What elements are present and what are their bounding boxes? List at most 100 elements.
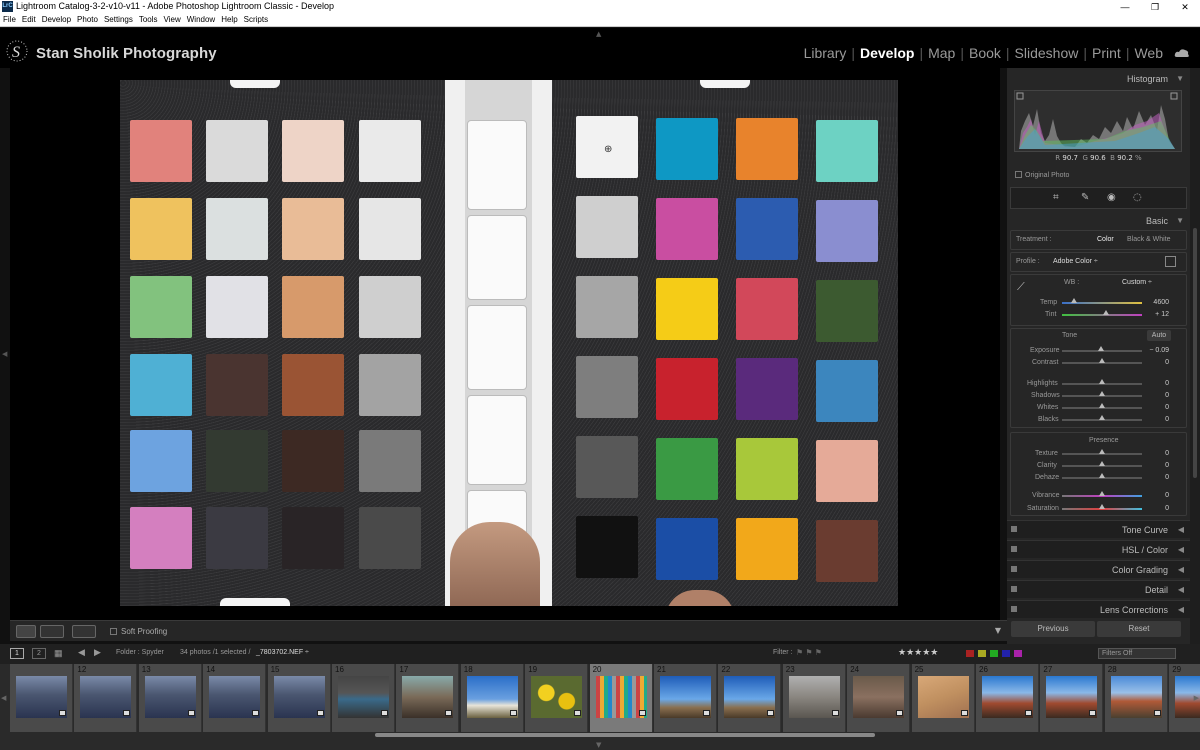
basic-header[interactable]: Basic ▼ [1007,212,1190,230]
module-web[interactable]: Web [1129,45,1168,61]
module-slideshow[interactable]: Slideshow [1010,45,1084,61]
menu-file[interactable]: File [0,14,19,24]
highlights-value[interactable]: 0 [1147,380,1169,387]
close-button[interactable]: ✕ [1170,0,1200,14]
module-library[interactable]: Library [799,45,852,61]
filmstrip-thumbnail[interactable]: 15 [267,664,331,732]
left-panel-collapsed[interactable]: ◀ [0,68,10,620]
wb-select[interactable]: Custom ÷ [1122,279,1152,286]
menu-window[interactable]: Window [184,14,218,24]
saturation-slider-knob[interactable] [1099,504,1105,509]
filmstrip-thumbnail[interactable]: 27 [1040,664,1104,732]
filmstrip-thumbnail[interactable] [10,664,73,732]
dehaze-slider-knob[interactable] [1099,473,1105,478]
tint-slider-knob[interactable] [1103,310,1109,315]
contrast-value[interactable]: 0 [1147,359,1169,366]
auto-button[interactable]: Auto [1147,330,1171,341]
menu-tools[interactable]: Tools [136,14,161,24]
tint-slider[interactable] [1062,314,1142,316]
loupe-view-button[interactable] [16,625,36,638]
filmstrip-thumbnail[interactable]: 23 [782,664,846,732]
menu-photo[interactable]: Photo [74,14,101,24]
texture-value[interactable]: 0 [1147,450,1169,457]
crop-tool-icon[interactable]: ⌗ [1053,192,1059,203]
profile-browser-icon[interactable] [1165,256,1176,267]
filename-select[interactable]: _7803702.NEF ÷ [256,649,309,656]
module-print[interactable]: Print [1087,45,1126,61]
red-eye-icon[interactable]: ◉ [1107,192,1116,203]
filmstrip-scroll-right-icon[interactable]: ▶ [1194,694,1199,702]
filmstrip-thumbnail[interactable]: 12 [74,664,138,732]
filmstrip-scrollbar[interactable] [375,733,875,737]
right-panel-scrollbar[interactable] [1190,68,1200,644]
filmstrip-thumbnail[interactable]: 26 [976,664,1039,732]
menu-help[interactable]: Help [218,14,240,24]
reset-button[interactable]: Reset [1097,621,1181,637]
maximize-button[interactable]: ❐ [1140,0,1170,14]
menu-develop[interactable]: Develop [39,14,74,24]
filmstrip-thumbnail[interactable]: 19 [525,664,589,732]
spot-removal-icon[interactable]: ✎ [1081,192,1089,203]
temp-slider-knob[interactable] [1071,298,1077,303]
shadows-slider-knob[interactable] [1099,391,1105,396]
green-label-filter[interactable] [990,650,998,657]
blacks-slider-knob[interactable] [1099,415,1105,420]
filmstrip-scroll-left-icon[interactable]: ◀ [1,694,6,702]
dehaze-value[interactable]: 0 [1147,474,1169,481]
cloud-icon[interactable] [1174,48,1190,58]
filmstrip-thumbnail[interactable]: 22 [718,664,782,732]
module-develop[interactable]: Develop [855,45,919,61]
blue-label-filter[interactable] [1002,650,1010,657]
left-panel-toggle-icon[interactable]: ◀ [2,350,7,358]
shadows-value[interactable]: 0 [1147,392,1169,399]
flag-filter-icons[interactable]: ⚑ ⚑ ⚑ [796,648,822,657]
yellow-label-filter[interactable] [978,650,986,657]
filmstrip-thumbnail[interactable]: 18 [460,664,524,732]
folder-source[interactable]: Folder : Spyder [116,649,164,656]
clarity-slider-knob[interactable] [1099,461,1105,466]
main-window-button[interactable]: 1 [10,648,24,659]
exposure-slider-knob[interactable] [1098,346,1104,351]
top-panel-toggle-icon[interactable]: ▲ [596,30,601,38]
identity-plate[interactable]: Stan Sholik Photography [36,45,217,62]
toolbar-menu-icon[interactable]: ▼ [995,626,1001,635]
highlights-slider-knob[interactable] [1099,379,1105,384]
filmstrip-thumbnail[interactable]: 24 [847,664,911,732]
before-after-swap-button[interactable] [72,625,96,638]
filmstrip-thumbnail[interactable]: 13 [138,664,202,732]
filmstrip-thumbnail[interactable]: 21 [654,664,717,732]
vibrance-value[interactable]: 0 [1147,492,1169,499]
minimize-button[interactable]: — [1110,0,1140,14]
module-book[interactable]: Book [964,45,1006,61]
forward-arrow-icon[interactable]: ▶ [94,647,101,658]
blacks-value[interactable]: 0 [1147,416,1169,423]
filmstrip-thumbnail[interactable]: 25 [911,664,975,732]
whites-value[interactable]: 0 [1147,404,1169,411]
masking-icon[interactable]: ◌ [1133,192,1142,203]
lens-corrections-header[interactable]: Lens Corrections ◀ [1007,600,1190,618]
hsl-color-header[interactable]: HSL / Color ◀ [1007,540,1190,558]
detail-header[interactable]: Detail ◀ [1007,580,1190,598]
treatment-color[interactable]: Color [1097,236,1114,243]
filmstrip-thumbnail[interactable]: 17 [396,664,460,732]
temp-value[interactable]: 4600 [1147,299,1169,306]
vibrance-slider-knob[interactable] [1099,491,1105,496]
exposure-value[interactable]: − 0.09 [1141,347,1169,354]
filmstrip-thumbnail[interactable]: 28 [1104,664,1168,732]
purple-label-filter[interactable] [1014,650,1022,657]
menu-edit[interactable]: Edit [19,14,39,24]
module-map[interactable]: Map [923,45,960,61]
previous-button[interactable]: Previous [1011,621,1095,637]
before-after-button[interactable] [40,625,64,638]
filmstrip-thumbnail[interactable]: 20 [589,664,653,732]
menu-view[interactable]: View [161,14,184,24]
eyedropper-icon[interactable]: ⟋ [1017,280,1025,294]
filmstrip-thumbnail[interactable]: 16 [332,664,395,732]
photo-colorchecker[interactable]: ⊕ [120,80,898,606]
back-arrow-icon[interactable]: ◀ [78,647,85,658]
histogram-header[interactable]: Histogram ▼ [1007,70,1190,88]
contrast-slider-knob[interactable] [1099,358,1105,363]
original-photo-checkbox[interactable]: Original Photo [1015,171,1069,179]
profile-select[interactable]: Adobe Color ÷ [1053,258,1098,265]
clarity-value[interactable]: 0 [1147,462,1169,469]
